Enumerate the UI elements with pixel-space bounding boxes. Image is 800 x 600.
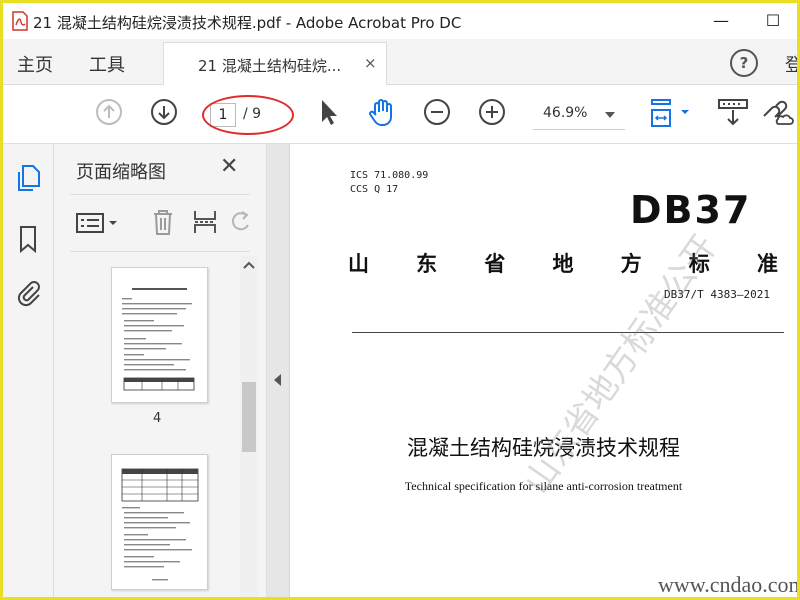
page-thumbnails-icon[interactable] [15, 164, 41, 194]
delete-page-icon[interactable] [150, 207, 176, 237]
page-thumbnails-panel: 页面缩略图 ✕ 4 [54, 144, 267, 597]
rotate-page-icon[interactable] [230, 207, 252, 237]
sign-in-link[interactable]: 登 [785, 51, 797, 77]
zoom-out-icon[interactable] [423, 98, 451, 126]
insert-page-icon[interactable] [192, 207, 218, 237]
panel-collapse-bar[interactable] [267, 144, 290, 597]
next-page-icon[interactable] [150, 98, 178, 126]
toolbar: 1 / 9 46.9% [3, 85, 797, 144]
minimize-button[interactable]: — [701, 7, 741, 35]
thumbnail-content [122, 288, 195, 391]
navigation-rail [3, 144, 54, 597]
standard-code: DB37 [630, 188, 752, 232]
heading-char: 方 [620, 252, 642, 276]
ics-code: ICS 71.080.99 [350, 170, 429, 181]
help-icon[interactable]: ? [730, 49, 758, 77]
link-cloud-icon[interactable] [760, 98, 794, 128]
attachment-icon[interactable] [15, 278, 41, 308]
scroll-up-icon[interactable] [243, 260, 255, 270]
home-tab[interactable]: 主页 [17, 51, 53, 77]
panel-title: 页面缩略图 [76, 162, 166, 183]
ccs-code: CCS Q 17 [350, 184, 399, 195]
window-title: 21 混凝土结构硅烷浸渍技术规程.pdf - Adobe Acrobat Pro… [33, 14, 462, 32]
collapse-arrow-icon[interactable] [274, 374, 281, 386]
chevron-down-icon [605, 112, 615, 118]
scrollbar-thumb[interactable] [242, 382, 256, 452]
thumbnail-toolbar [70, 194, 250, 252]
tools-tab[interactable]: 工具 [89, 51, 125, 77]
site-watermark: www.cndao.com [658, 572, 797, 597]
thumbnail-scrollbar[interactable] [240, 256, 258, 597]
tab-bar: 主页 工具 21 混凝土结构硅烷... × ? 登 [3, 39, 797, 86]
thumbnail-options-icon[interactable] [76, 211, 120, 235]
heading-char: 地 [552, 252, 574, 276]
maximize-button[interactable]: ☐ [753, 7, 793, 35]
close-panel-icon[interactable]: ✕ [220, 154, 238, 179]
fit-page-icon[interactable] [647, 98, 695, 130]
document-tab[interactable]: 21 混凝土结构硅烷... × [163, 42, 387, 86]
bookmark-icon[interactable] [15, 224, 41, 254]
zoom-dropdown[interactable]: 46.9% [533, 99, 625, 130]
red-ellipse-annotation [202, 95, 294, 135]
heading-char: 东 [416, 252, 438, 276]
heading-char: 准 [756, 252, 778, 276]
divider [352, 332, 784, 333]
zoom-in-icon[interactable] [478, 98, 506, 126]
page-thumbnail[interactable] [111, 454, 208, 590]
zoom-value: 46.9% [543, 105, 588, 121]
heading-char: 山 [348, 252, 369, 276]
document-view[interactable]: ICS 71.080.99 CCS Q 17 DB37 山 东 省 地 方 标 … [290, 144, 797, 597]
hand-tool-icon[interactable] [367, 98, 397, 128]
thumbnail-page-number: 4 [153, 411, 162, 426]
keyboard-scroll-icon[interactable] [717, 98, 749, 128]
app-window: 21 混凝土结构硅烷浸渍技术规程.pdf - Adobe Acrobat Pro… [0, 0, 800, 600]
previous-page-icon[interactable] [95, 98, 123, 126]
document-tab-close-icon[interactable]: × [364, 54, 377, 72]
thumbnail-content [121, 468, 199, 581]
select-arrow-icon[interactable] [319, 98, 339, 126]
page-thumbnail[interactable] [111, 267, 208, 403]
heading-char: 省 [484, 252, 506, 276]
title-bar: 21 混凝土结构硅烷浸渍技术规程.pdf - Adobe Acrobat Pro… [3, 3, 797, 39]
acrobat-app-icon [12, 11, 28, 31]
document-tab-label: 21 混凝土结构硅烷... [198, 57, 342, 75]
